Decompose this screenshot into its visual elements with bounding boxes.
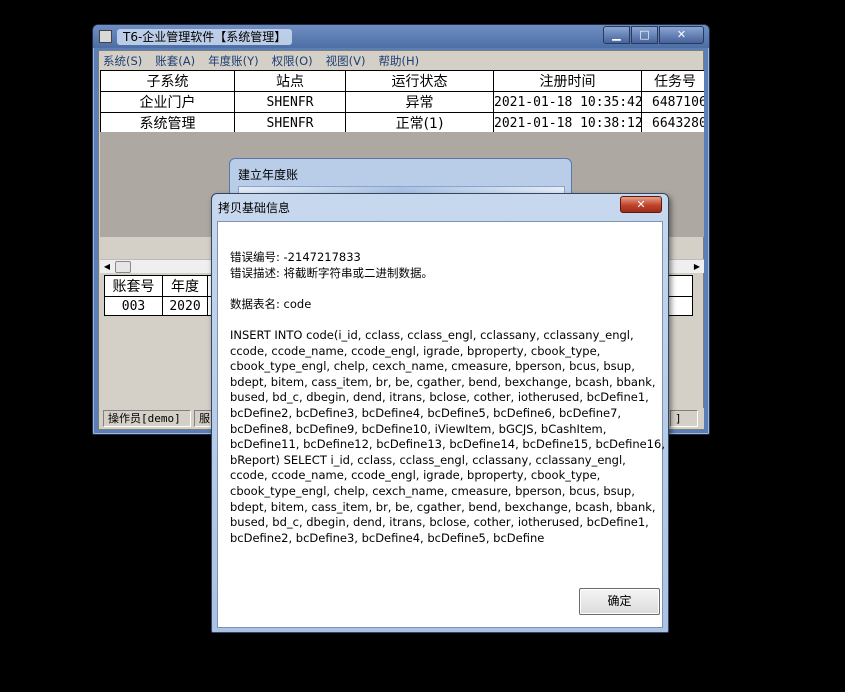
cell-site: SHENFR bbox=[234, 112, 346, 134]
sql-line: bcDefine2, bcDefine3, bcDefine4, bcDefin… bbox=[230, 405, 622, 420]
menu-account-set[interactable]: 账套(A) bbox=[155, 53, 195, 69]
sql-line: bdept, bitem, cass_item, br, be, cgather… bbox=[230, 374, 656, 389]
app-icon bbox=[99, 30, 112, 43]
error-description-line: 错误描述: 将截断字符串或二进制数据。 bbox=[230, 265, 434, 280]
cell-register-time: 2021-01-18 10:38:12 bbox=[493, 112, 642, 134]
scroll-right-icon[interactable]: ▶ bbox=[691, 261, 703, 273]
column-header-year[interactable]: 年度 bbox=[162, 275, 208, 297]
ok-button[interactable]: 确定 bbox=[579, 588, 660, 615]
error-message: 错误编号: -2147217833 错误描述: 将截断字符串或二进制数据。 数据… bbox=[230, 250, 665, 546]
cell-register-time: 2021-01-18 10:35:42 bbox=[493, 91, 642, 113]
main-window-title: T6-企业管理软件【系统管理】 bbox=[117, 29, 293, 45]
menu-permissions[interactable]: 权限(O) bbox=[272, 53, 313, 69]
sql-line: cbook_type_engl, chelp, cexch_name, cmea… bbox=[230, 483, 635, 498]
menu-annual-account[interactable]: 年度账(Y) bbox=[208, 53, 259, 69]
cell-year: 2020 bbox=[162, 296, 208, 316]
main-title-bar[interactable]: T6-企业管理软件【系统管理】 ▁ □ ✕ bbox=[93, 25, 709, 48]
sql-line: bdept, bitem, cass_item, br, be, cgather… bbox=[230, 499, 656, 514]
menubar: 系统(S) 账套(A) 年度账(Y) 权限(O) 视图(V) 帮助(H) bbox=[99, 51, 703, 70]
sql-line: INSERT INTO code(i_id, cclass, cclass_en… bbox=[230, 327, 634, 342]
sql-line: cbook_type_engl, chelp, cexch_name, cmea… bbox=[230, 359, 635, 374]
cell-status: 正常(1) bbox=[345, 112, 494, 134]
table-row[interactable]: 系统管理 SHENFR 正常(1) 2021-01-18 10:38:12 66… bbox=[100, 112, 704, 134]
menu-system[interactable]: 系统(S) bbox=[103, 53, 142, 69]
cell-account-set-no: 003 bbox=[104, 296, 163, 316]
caption-buttons: ▁ □ ✕ bbox=[602, 26, 704, 44]
error-dialog-body: 错误编号: -2147217833 错误描述: 将截断字符串或二进制数据。 数据… bbox=[217, 221, 665, 628]
column-header-status[interactable]: 运行状态 bbox=[345, 70, 494, 92]
menu-help[interactable]: 帮助(H) bbox=[379, 53, 420, 69]
column-header-register-time[interactable]: 注册时间 bbox=[493, 70, 642, 92]
error-table-name-line: 数据表名: code bbox=[230, 296, 312, 311]
cell-subsystem: 系统管理 bbox=[100, 112, 235, 134]
sql-line: ccode, ccode_name, ccode_engl, igrade, b… bbox=[230, 343, 601, 358]
column-header-task-id[interactable]: 任务号 bbox=[641, 70, 704, 92]
sql-line: bcDefine8, bcDefine9, bcDefine10, iViewI… bbox=[230, 421, 607, 436]
status-extra: ] bbox=[670, 410, 698, 427]
scroll-left-icon[interactable]: ◀ bbox=[101, 261, 113, 273]
scroll-thumb[interactable] bbox=[115, 261, 131, 273]
sql-line: bused, bd_c, dbegin, dend, itrans, bclos… bbox=[230, 390, 649, 405]
subsystem-table: 子系统 站点 运行状态 注册时间 任务号 企业门户 SHENFR 异常 2021… bbox=[100, 70, 704, 134]
cell-site: SHENFR bbox=[234, 91, 346, 113]
error-sql-block: INSERT INTO code(i_id, cclass, cclass_en… bbox=[230, 327, 665, 546]
table-row[interactable]: 企业门户 SHENFR 异常 2021-01-18 10:35:42 64871… bbox=[100, 91, 704, 113]
sql-line: bused, bd_c, dbegin, dend, itrans, bclos… bbox=[230, 515, 649, 530]
cell-status: 异常 bbox=[345, 91, 494, 113]
dialog-close-button[interactable]: ✕ bbox=[620, 196, 662, 213]
column-header-subsystem[interactable]: 子系统 bbox=[100, 70, 235, 92]
sql-line: bReport) SELECT i_id, cclass, cclass_eng… bbox=[230, 452, 626, 467]
close-button[interactable]: ✕ bbox=[659, 26, 704, 44]
cell-task-id: 6487106 bbox=[641, 91, 704, 113]
minimize-button[interactable]: ▁ bbox=[603, 26, 630, 44]
sql-line: ccode, ccode_name, ccode_engl, igrade, b… bbox=[230, 468, 601, 483]
status-operator: 操作员[demo] bbox=[103, 410, 191, 427]
sql-line: bcDefine11, bcDefine12, bcDefine13, bcDe… bbox=[230, 437, 665, 452]
cell-task-id: 6643280 bbox=[641, 112, 704, 134]
column-header-site[interactable]: 站点 bbox=[234, 70, 346, 92]
maximize-button[interactable]: □ bbox=[631, 26, 658, 44]
menu-view[interactable]: 视图(V) bbox=[326, 53, 366, 69]
table-header-row: 子系统 站点 运行状态 注册时间 任务号 bbox=[100, 70, 704, 92]
error-code-line: 错误编号: -2147217833 bbox=[230, 250, 361, 264]
copy-base-info-dialog: 拷贝基础信息 ✕ 错误编号: -2147217833 错误描述: 将截断字符串或… bbox=[211, 193, 669, 633]
annual-dialog-title: 建立年度账 bbox=[238, 168, 299, 182]
sql-line: bcDefine2, bcDefine3, bcDefine4, bcDefin… bbox=[230, 530, 545, 545]
cell-subsystem: 企业门户 bbox=[100, 91, 235, 113]
error-dialog-title: 拷贝基础信息 bbox=[218, 201, 291, 215]
column-header-account-set-no[interactable]: 账套号 bbox=[104, 275, 163, 297]
